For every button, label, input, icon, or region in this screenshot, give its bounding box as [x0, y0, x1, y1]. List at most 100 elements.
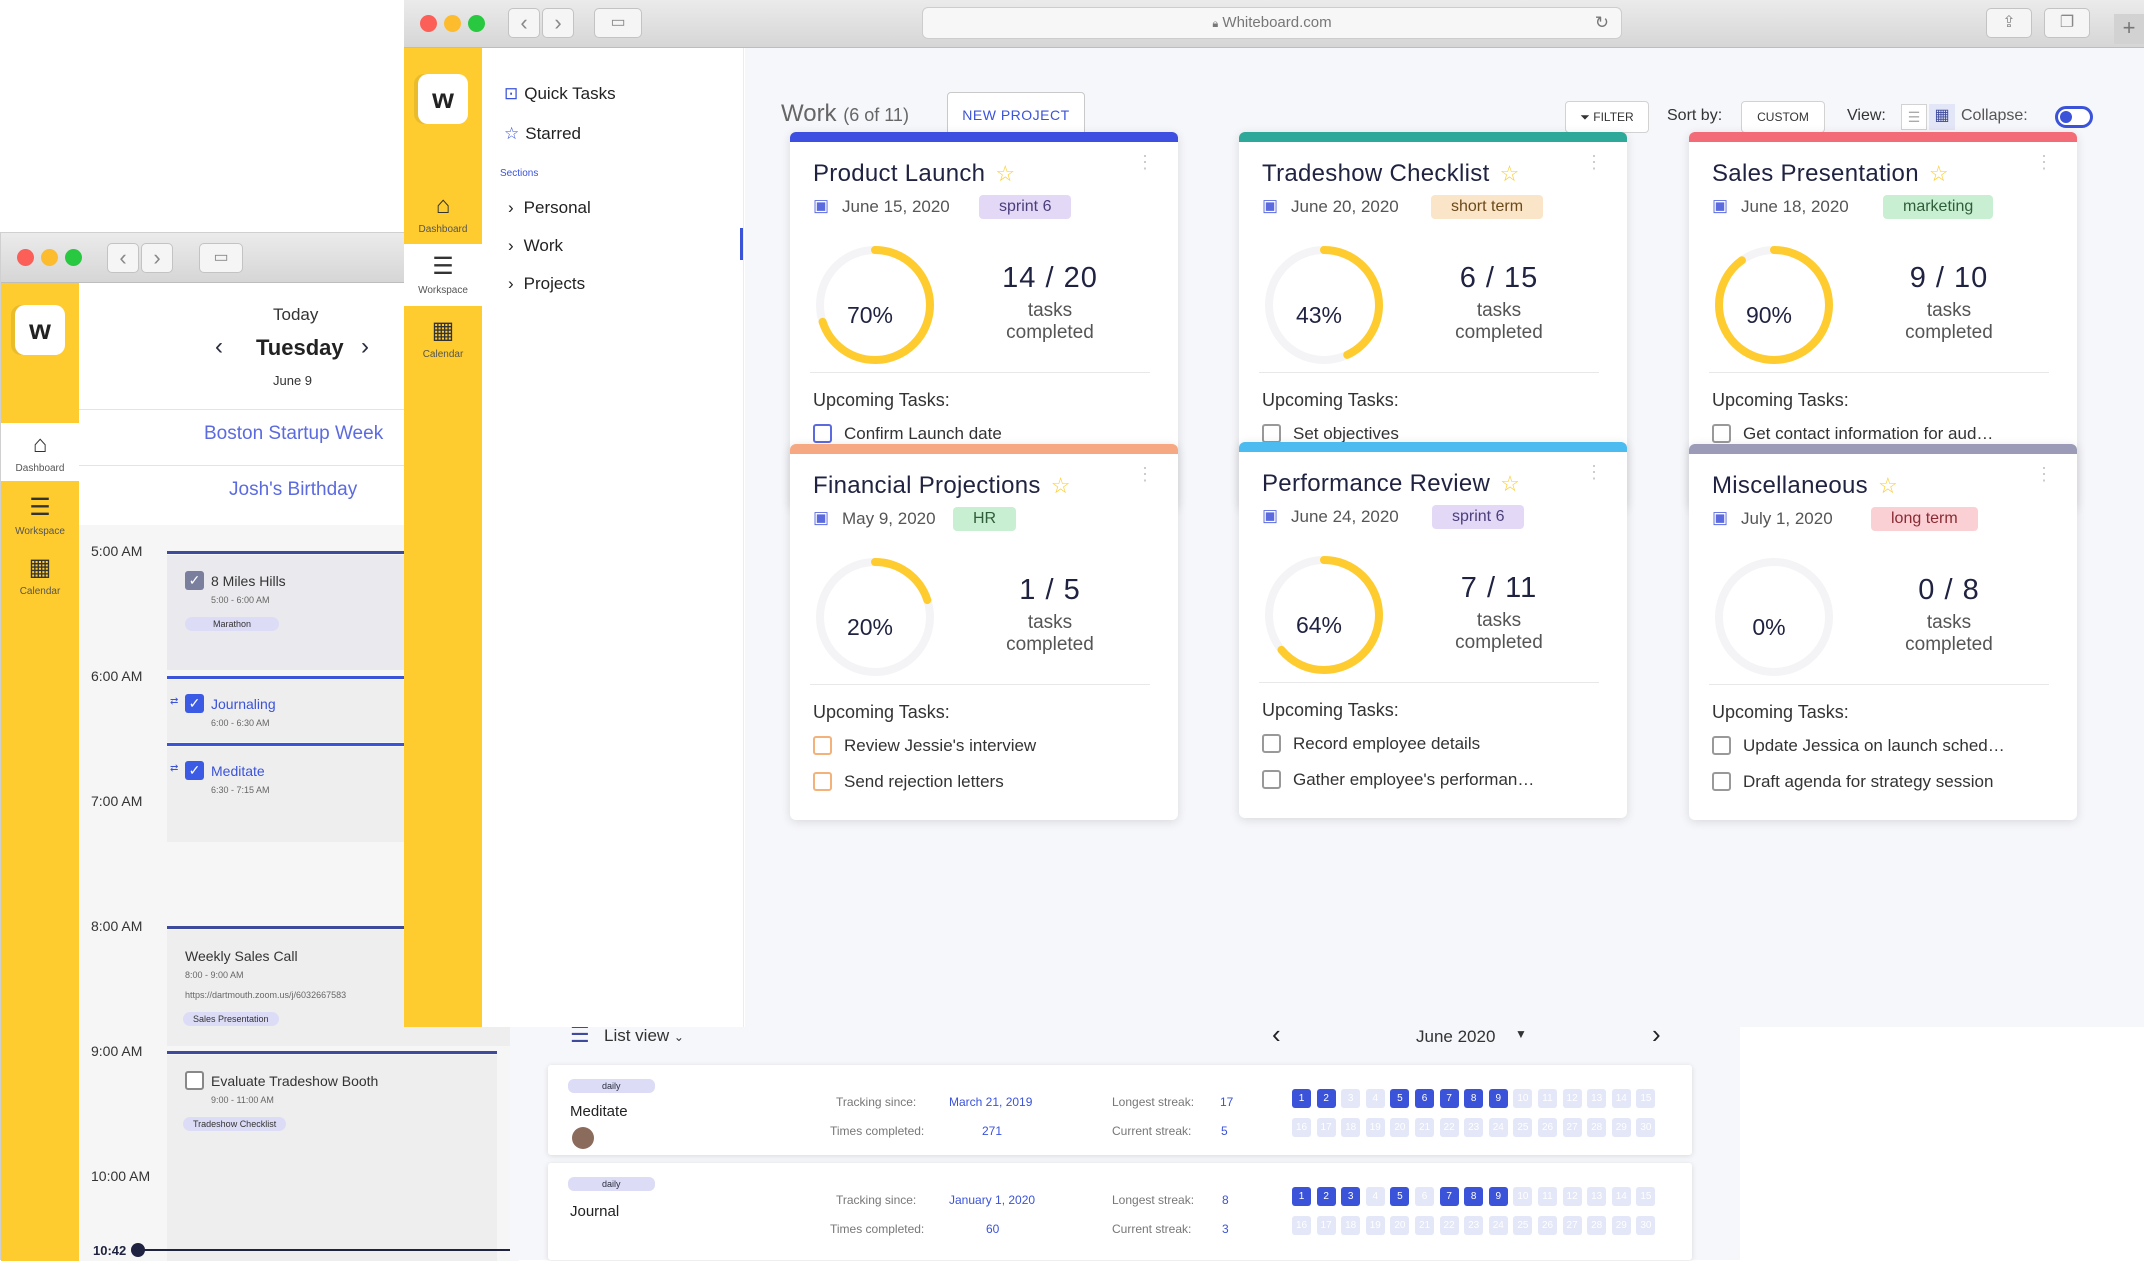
habit-day[interactable]: 1	[1292, 1187, 1311, 1206]
checked-icon[interactable]: ✓	[185, 761, 204, 780]
habit-day[interactable]: 22	[1439, 1118, 1459, 1137]
habit-day[interactable]: 30	[1636, 1118, 1656, 1137]
habit-day[interactable]: 2	[1316, 1089, 1336, 1108]
nav-quick-tasks[interactable]: ⊡ Quick Tasks	[504, 84, 616, 104]
card-title[interactable]: Product Launch ☆	[813, 160, 1015, 188]
event-link[interactable]: https://dartmouth.zoom.us/j/6032667583	[185, 990, 346, 1000]
habit-day[interactable]: 3	[1341, 1089, 1361, 1108]
star-icon[interactable]: ☆	[1051, 473, 1071, 498]
filter-button[interactable]: ⏷ FILTER	[1565, 101, 1649, 133]
habit-day[interactable]: 28	[1587, 1118, 1607, 1137]
checkbox[interactable]	[813, 772, 832, 791]
zoom-light[interactable]	[468, 15, 485, 32]
project-card[interactable]: Financial Projections ☆ ⋮ ▣ May 9, 2020 H…	[790, 444, 1178, 820]
upcoming-task[interactable]: Confirm Launch date	[813, 424, 1002, 444]
upcoming-task[interactable]: Set objectives	[1262, 424, 1399, 444]
habit-day[interactable]: 15	[1636, 1187, 1656, 1206]
share-icon[interactable]: ⇪	[1986, 8, 2032, 38]
card-title[interactable]: Miscellaneous ☆	[1712, 472, 1898, 500]
habit-day[interactable]: 5	[1390, 1187, 1410, 1206]
habit-day[interactable]: 18	[1341, 1118, 1361, 1137]
project-card[interactable]: Miscellaneous ☆ ⋮ ▣ July 1, 2020 long ter…	[1689, 444, 2077, 820]
habit-day[interactable]: 13	[1587, 1187, 1607, 1206]
checked-icon[interactable]: ✓	[185, 571, 204, 590]
more-icon[interactable]: ⋮	[1585, 152, 1603, 173]
nav-section-projects[interactable]: › Projects	[508, 274, 585, 294]
more-icon[interactable]: ⋮	[2035, 464, 2053, 485]
month-label[interactable]: June 2020	[1416, 1027, 1495, 1047]
habit-day[interactable]: 16	[1292, 1216, 1311, 1235]
sidebar-toggle-icon[interactable]: ▭	[199, 243, 243, 273]
all-day-event[interactable]: Josh's Birthday	[229, 479, 357, 501]
rail-dashboard[interactable]: ⌂ Dashboard	[404, 192, 482, 235]
habit-day[interactable]: 29	[1611, 1216, 1631, 1235]
habit-day[interactable]: 26	[1538, 1216, 1557, 1235]
all-day-event[interactable]: Boston Startup Week	[204, 423, 383, 445]
card-title[interactable]: Tradeshow Checklist ☆	[1262, 160, 1520, 188]
upcoming-task[interactable]: Gather employee's performan…	[1262, 770, 1534, 790]
more-icon[interactable]: ⋮	[2035, 152, 2053, 173]
checkbox[interactable]	[1262, 770, 1281, 789]
star-icon[interactable]: ☆	[1500, 471, 1520, 496]
star-icon[interactable]: ☆	[1929, 161, 1949, 186]
habit-day[interactable]: 6	[1415, 1089, 1434, 1108]
nav-section-personal[interactable]: › Personal	[508, 198, 591, 218]
nav-section-work[interactable]: › Work	[508, 236, 563, 256]
habit-day[interactable]: 20	[1390, 1216, 1410, 1235]
list-view-toggle[interactable]: ☰	[1901, 104, 1927, 130]
star-icon[interactable]: ☆	[1878, 473, 1898, 498]
upcoming-task[interactable]: Review Jessie's interview	[813, 736, 1036, 756]
upcoming-task[interactable]: Draft agenda for strategy session	[1712, 772, 1993, 792]
close-light[interactable]	[17, 249, 34, 266]
star-icon[interactable]: ☆	[1500, 161, 1520, 186]
card-title[interactable]: Performance Review ☆	[1262, 470, 1520, 498]
habit-day[interactable]: 2	[1316, 1187, 1336, 1206]
habit-day[interactable]: 26	[1538, 1118, 1557, 1137]
habit-day[interactable]: 21	[1415, 1118, 1434, 1137]
card-title[interactable]: Sales Presentation ☆	[1712, 160, 1949, 188]
habit-day[interactable]: 24	[1488, 1118, 1508, 1137]
habit-day[interactable]: 4	[1365, 1089, 1385, 1108]
habit-day[interactable]: 12	[1562, 1089, 1582, 1108]
list-view-dropdown[interactable]: List view ⌄	[604, 1026, 684, 1046]
upcoming-task[interactable]: Get contact information for aud…	[1712, 424, 1993, 444]
rail-calendar[interactable]: ▦ Calendar	[404, 316, 482, 360]
project-card[interactable]: Performance Review ☆ ⋮ ▣ June 24, 2020 sp…	[1239, 442, 1627, 818]
habit-day[interactable]: 5	[1390, 1089, 1410, 1108]
sort-select[interactable]: CUSTOM	[1741, 101, 1825, 133]
rail-workspace[interactable]: ☰ Workspace	[1, 493, 79, 537]
habit-day[interactable]: 9	[1488, 1089, 1508, 1108]
more-icon[interactable]: ⋮	[1136, 464, 1154, 485]
minimize-light[interactable]	[41, 249, 58, 266]
checkbox[interactable]	[813, 736, 832, 755]
habit-day[interactable]: 15	[1636, 1089, 1656, 1108]
habit-day[interactable]: 13	[1587, 1089, 1607, 1108]
habit-day[interactable]: 30	[1636, 1216, 1656, 1235]
habit-day[interactable]: 17	[1316, 1216, 1336, 1235]
checkbox[interactable]	[1712, 424, 1731, 443]
upcoming-task[interactable]: Record employee details	[1262, 734, 1480, 754]
collapse-toggle[interactable]	[2055, 106, 2093, 128]
habit-day[interactable]: 25	[1513, 1216, 1533, 1235]
habit-day[interactable]: 8	[1464, 1187, 1484, 1206]
grid-view-toggle[interactable]: ▦	[1929, 104, 1955, 130]
habit-day[interactable]: 25	[1513, 1118, 1533, 1137]
rail-calendar[interactable]: ▦ Calendar	[1, 553, 79, 597]
tabs-icon[interactable]: ❐	[2044, 8, 2090, 38]
forward-icon[interactable]: ›	[141, 243, 173, 273]
habit-day[interactable]: 9	[1488, 1187, 1508, 1206]
more-icon[interactable]: ⋮	[1585, 462, 1603, 483]
habit-day[interactable]: 11	[1538, 1187, 1557, 1206]
habit-row[interactable]: daily Meditate Tracking since: March 21,…	[548, 1065, 1692, 1155]
upcoming-task[interactable]: Send rejection letters	[813, 772, 1004, 792]
habit-day[interactable]: 17	[1316, 1118, 1336, 1137]
habit-day[interactable]: 7	[1439, 1187, 1459, 1206]
zoom-light[interactable]	[65, 249, 82, 266]
rail-dashboard[interactable]: ⌂ Dashboard	[1, 423, 79, 481]
habit-day[interactable]: 23	[1464, 1216, 1484, 1235]
forward-icon[interactable]: ›	[542, 8, 574, 38]
habit-day[interactable]: 27	[1562, 1118, 1582, 1137]
checkbox[interactable]	[1262, 734, 1281, 753]
sidebar-toggle-icon[interactable]: ▭	[594, 8, 642, 38]
more-icon[interactable]: ⋮	[1136, 152, 1154, 173]
